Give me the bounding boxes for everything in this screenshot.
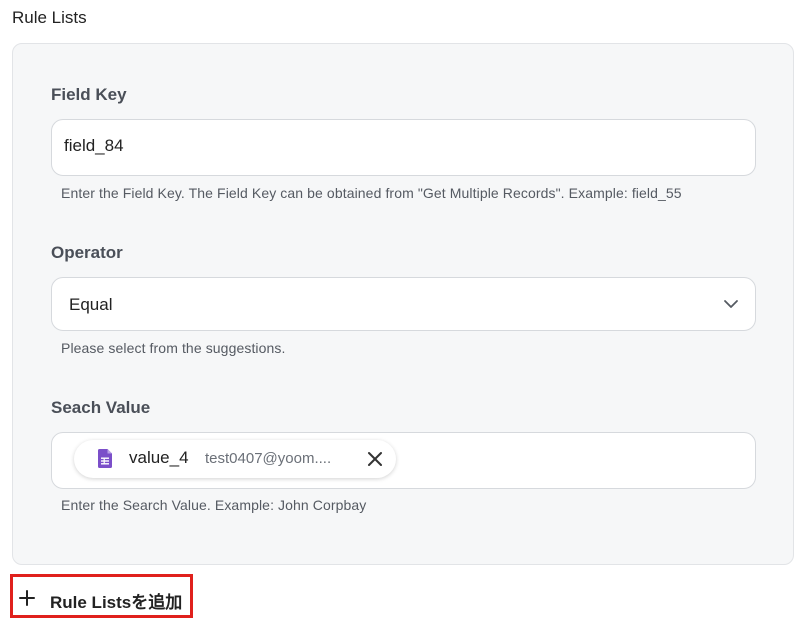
add-rule-list-button[interactable]: Rule Listsを追加 xyxy=(10,574,193,618)
field-key-hint: Enter the Field Key. The Field Key can b… xyxy=(61,185,682,201)
google-sheets-icon xyxy=(98,449,112,468)
value-chip[interactable]: value_4 test0407@yoom.... xyxy=(74,440,396,478)
close-icon[interactable] xyxy=(366,450,384,468)
operator-selected-value: Equal xyxy=(69,295,113,314)
operator-hint: Please select from the suggestions. xyxy=(61,340,286,356)
field-key-value: field_84 xyxy=(64,136,124,155)
field-key-input[interactable]: field_84 xyxy=(51,119,756,176)
search-value-label: Seach Value xyxy=(51,398,151,417)
operator-select[interactable]: Equal xyxy=(51,277,756,331)
operator-label: Operator xyxy=(51,243,123,262)
chevron-down-icon[interactable] xyxy=(723,296,739,312)
chip-name: value_4 xyxy=(129,448,189,467)
field-key-label: Field Key xyxy=(51,85,127,104)
search-value-input[interactable]: value_4 test0407@yoom.... xyxy=(51,432,756,489)
search-value-hint: Enter the Search Value. Example: John Co… xyxy=(61,497,367,513)
add-rule-list-label: Rule Listsを追加 xyxy=(50,593,183,612)
section-title: Rule Lists xyxy=(12,8,87,27)
rule-list-panel: Field Key field_84 Enter the Field Key. … xyxy=(12,43,794,565)
plus-icon xyxy=(19,590,35,606)
chip-value: test0407@yoom.... xyxy=(205,450,332,467)
